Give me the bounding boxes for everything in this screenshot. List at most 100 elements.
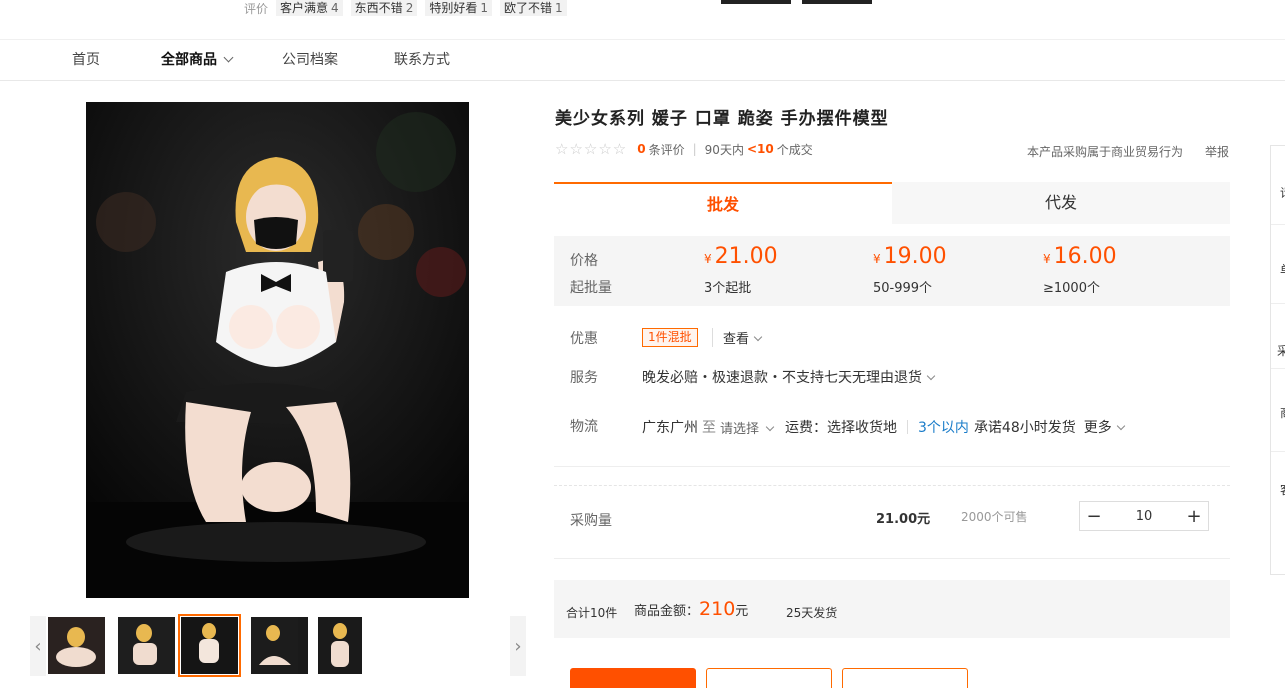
review-count[interactable]: 0 (637, 142, 645, 156)
tab-dropship[interactable]: 代发 (892, 182, 1230, 224)
review-tag[interactable]: 客户满意 4 (276, 0, 343, 16)
stock-available: 2000个可售 (961, 510, 1028, 524)
chevron-right-icon: › (514, 635, 522, 657)
divider (1271, 303, 1285, 304)
tier-qty: ≥1000个 (1043, 281, 1100, 296)
side-bar-item[interactable]: 请 (1280, 184, 1285, 201)
report-link[interactable]: 举报 (1205, 143, 1229, 160)
tier-price-value: 21.00 (714, 244, 778, 269)
tier-price: ¥16.00 (1043, 244, 1117, 269)
total-count: 合计10件 (566, 606, 618, 620)
ship-to-label: 至 (702, 420, 716, 436)
unit-price: 21.00元 (876, 512, 931, 527)
review-tag-text: 东西不错 (354, 1, 403, 15)
service-guarantees[interactable]: 晚发必赔・极速退款・不支持七天无理由退货 (642, 367, 936, 387)
review-tag-count: 2 (405, 1, 414, 15)
increment-button[interactable]: + (1180, 502, 1208, 530)
side-bar-item[interactable]: 单 (1280, 261, 1285, 278)
nav-item-all-products[interactable]: 全部商品 (161, 40, 234, 80)
main-product-image[interactable] (86, 102, 469, 598)
currency-symbol: ¥ (873, 252, 881, 266)
review-tag[interactable]: 欧了不错 1 (499, 0, 567, 16)
product-title: 美少女系列 媛子 口罩 跪姿 手办摆件模型 (555, 109, 889, 129)
destination-select[interactable]: 请选择 (720, 418, 775, 437)
amount-value: 210 (699, 598, 736, 620)
logistics-label: 物流 (570, 419, 598, 435)
purchase-qty-label: 采购量 (570, 513, 612, 529)
star-icon: ☆☆☆☆☆ (555, 140, 628, 158)
tier-price: ¥21.00 (704, 244, 778, 269)
deal-count: <10 (746, 142, 774, 156)
tier-qty: 3个起批 (704, 281, 752, 296)
review-tag-count: 4 (331, 1, 339, 15)
currency-symbol: ¥ (1043, 252, 1051, 266)
chevron-down-icon (753, 332, 763, 342)
purchase-mode-tabs: 批发 代发 (554, 182, 1230, 224)
promo-view-button[interactable]: 查看 (712, 328, 763, 347)
nav-item-contact[interactable]: 联系方式 (394, 40, 450, 80)
delivery-time: 25天发货 (786, 606, 838, 620)
thumbnail-item[interactable] (318, 617, 362, 674)
amount-label: 商品金额： (634, 604, 700, 619)
review-strip-label: 评价 (244, 1, 269, 16)
ship-origin: 广东广州 (642, 420, 698, 436)
decrement-button[interactable]: − (1080, 502, 1108, 530)
nav-item-label: 全部商品 (161, 52, 217, 68)
total-amount: 商品金额：210元 (634, 598, 748, 620)
review-tag-strip: 评价 客户满意 4 东西不错 2 特别好看 1 欧了不错 1 (244, 0, 575, 16)
review-tag[interactable]: 特别好看 1 (425, 0, 492, 16)
more-button[interactable]: 更多 (1083, 417, 1126, 437)
divider (907, 420, 909, 434)
price-label: 价格 (570, 253, 598, 269)
ship-time[interactable]: 3个以内 (918, 417, 969, 437)
nav-item-home[interactable]: 首页 (72, 40, 100, 80)
thumbnail-next-button[interactable]: › (510, 616, 526, 676)
chevron-down-icon (223, 52, 234, 63)
floating-side-bar: 请 单 采 商 客 (1270, 145, 1285, 575)
review-tag-text: 客户满意 (280, 1, 329, 15)
nav-item-company-profile[interactable]: 公司档案 (282, 40, 338, 80)
side-bar-item[interactable]: 采 (1277, 342, 1285, 359)
thumbnail-prev-button[interactable]: ‹ (30, 616, 46, 676)
review-tag-text: 特别好看 (429, 1, 478, 15)
promo-label: 优惠 (570, 331, 598, 347)
top-button-edge[interactable] (802, 0, 872, 4)
shop-nav-bar: 首页 全部商品 公司档案 联系方式 (0, 39, 1285, 81)
quantity-input[interactable] (1108, 502, 1180, 530)
ship-promise: 承诺48小时发货 (973, 420, 1076, 436)
shipping-fee: 运费：选择收货地 (785, 420, 898, 436)
deal-count-label: 个成交 (776, 142, 813, 157)
review-tag-text: 欧了不错 (503, 1, 552, 15)
add-to-cart-button[interactable] (706, 668, 832, 688)
tier-qty: 50-999个 (873, 281, 933, 296)
top-button-edge[interactable] (721, 0, 791, 4)
chevron-down-icon (926, 371, 936, 381)
thumbnail-item[interactable] (118, 617, 175, 674)
min-qty-label: 起批量 (570, 280, 612, 296)
service-text: 晚发必赔・极速退款・不支持七天无理由退货 (642, 370, 922, 386)
buy-now-button[interactable] (570, 668, 696, 688)
review-tag-count: 1 (555, 1, 563, 15)
tab-wholesale[interactable]: 批发 (554, 182, 892, 224)
divider (1271, 368, 1285, 369)
divider (1271, 451, 1285, 452)
secondary-action-button[interactable] (842, 668, 968, 688)
more-label: 更多 (1083, 420, 1112, 436)
chevron-down-icon (1116, 421, 1126, 431)
service-label: 服务 (570, 370, 598, 386)
mix-batch-badge: 1件混批 (642, 328, 698, 347)
chevron-left-icon: ‹ (34, 635, 42, 657)
side-bar-item[interactable]: 客 (1280, 481, 1285, 498)
side-bar-item[interactable]: 商 (1280, 404, 1285, 421)
divider (554, 485, 1230, 486)
order-summary: 合计10件 商品金额：210元 25天发货 (554, 580, 1230, 638)
thumbnail-item[interactable] (251, 617, 308, 674)
chevron-down-icon (765, 422, 775, 431)
thumbnail-item-selected[interactable] (178, 614, 241, 677)
divider (554, 558, 1230, 559)
amount-unit: 元 (735, 604, 749, 619)
promo-view-label: 查看 (723, 332, 750, 347)
divider (554, 466, 1230, 467)
thumbnail-item[interactable] (48, 617, 105, 674)
review-tag[interactable]: 东西不错 2 (350, 0, 418, 16)
